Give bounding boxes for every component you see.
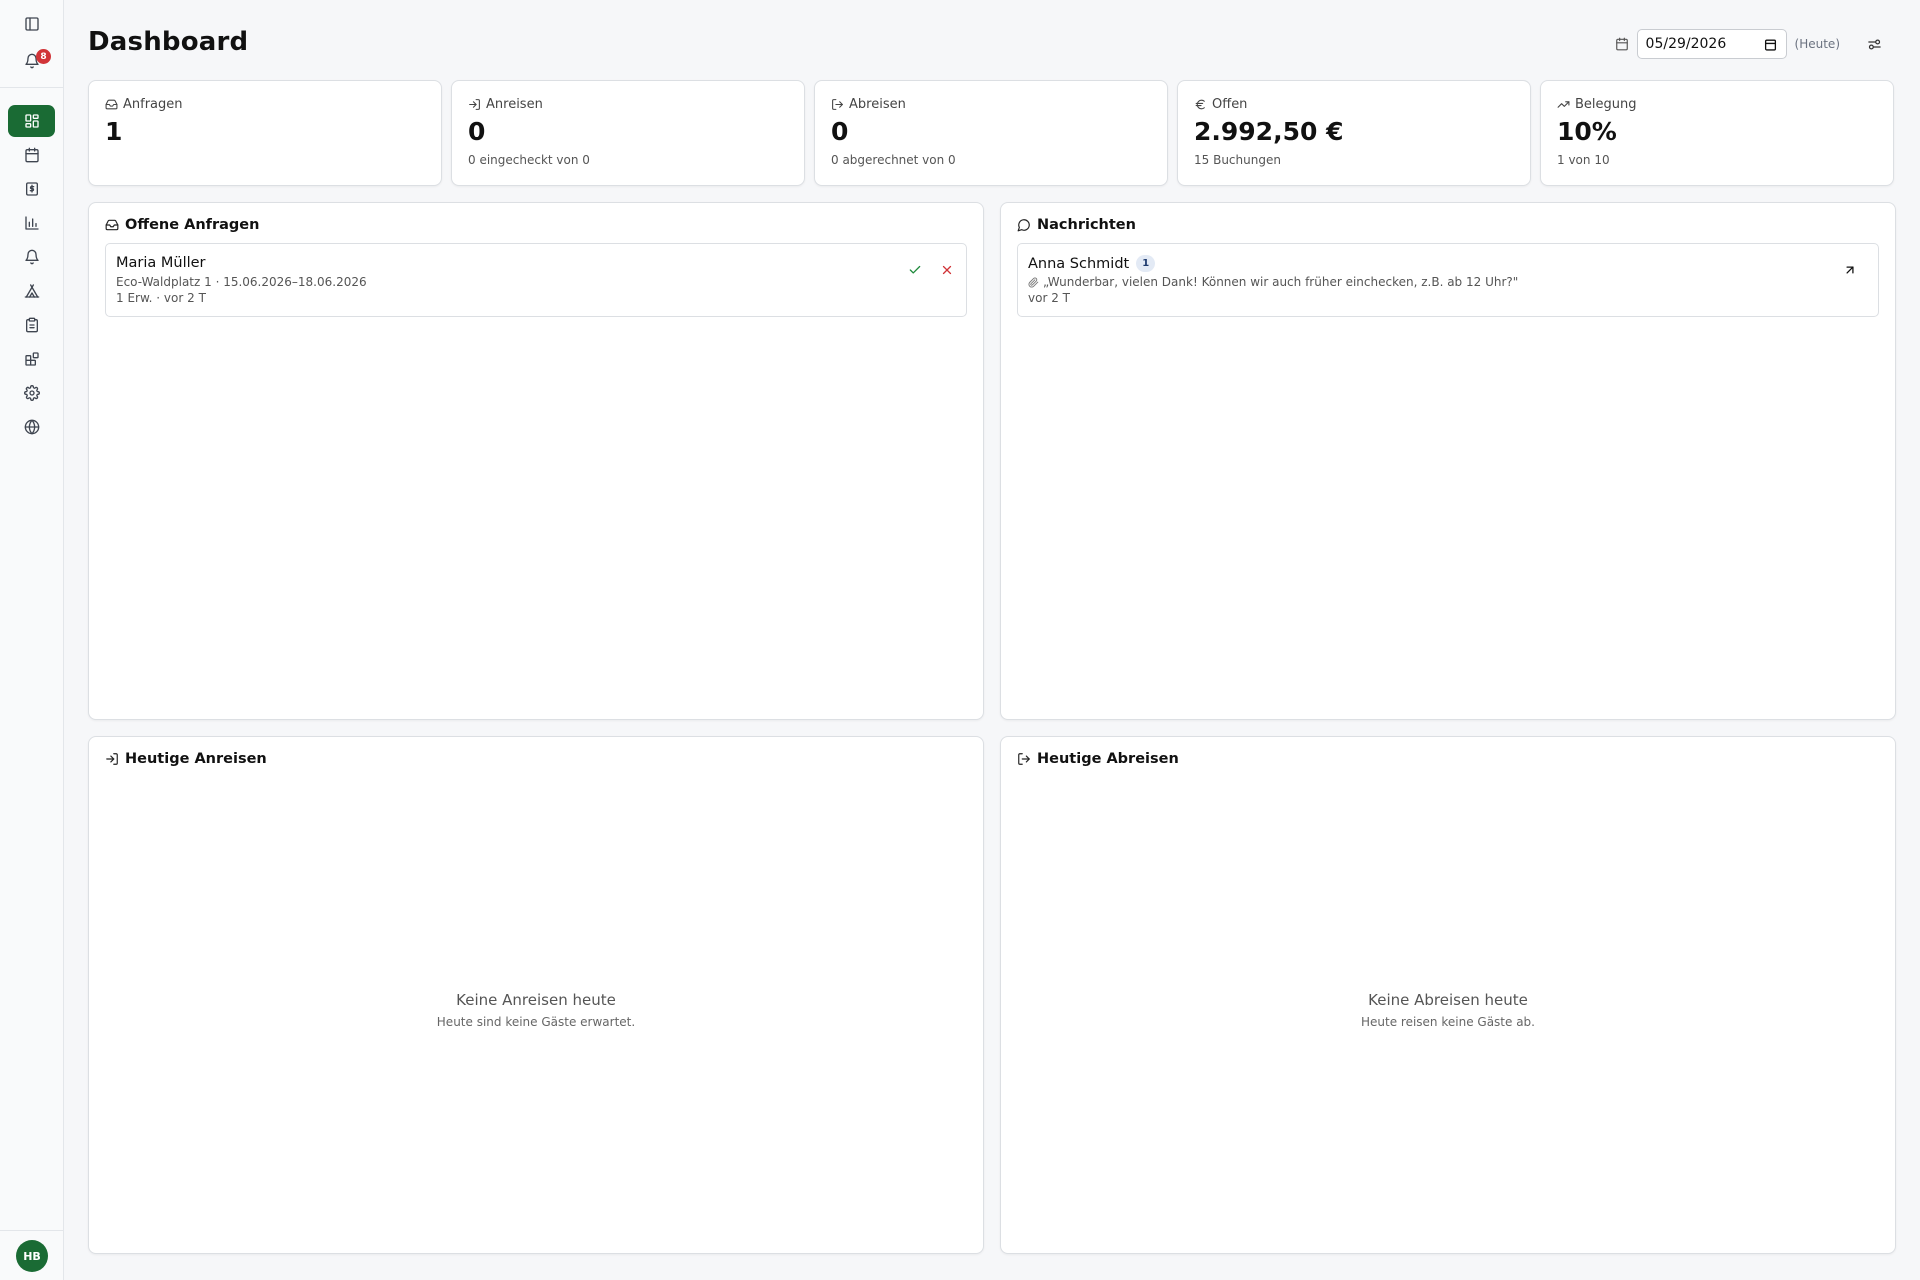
sliders-icon [1867,39,1881,49]
stat-value: 10% [1557,117,1617,146]
open-requests-panel: Offene Anfragen Maria Müller Eco-Waldpla… [88,202,984,720]
dollar-document-icon [25,182,38,196]
sidebar: 8 HB [0,0,64,1280]
todays-arrivals-panel: Heutige Anreisen Keine Anreisen heute He… [88,736,984,1254]
stat-subtext: 0 eingecheckt von 0 [468,153,590,167]
gear-icon [23,385,40,401]
panel-title: Nachrichten [1037,217,1136,233]
stat-value: 1 [105,117,123,146]
sender-name: Anna Schmidt [1028,255,1130,272]
stat-card-open-balance[interactable]: Offen 2.992,50 € 15 Buchungen [1177,80,1531,186]
request-detail: Eco-Waldplatz 1 · 15.06.2026–18.06.2026 [116,275,367,289]
stat-card-occupancy[interactable]: Belegung 10% 1 von 10 [1540,80,1894,186]
empty-state-title: Keine Abreisen heute [1368,991,1528,1009]
tent-icon [24,284,39,298]
bell-icon [24,249,39,265]
unread-count-badge: 1 [1136,255,1156,272]
stat-card-departures[interactable]: Abreisen 0 0 abgerechnet von 0 [814,80,1168,186]
sidebar-item-dashboard[interactable] [8,105,55,137]
clipboard-icon [25,317,38,333]
messages-panel: Nachrichten Anna Schmidt 1 „Wunderbar, v… [1000,202,1896,720]
panel-title: Heutige Anreisen [125,751,267,767]
panel-left-icon [24,17,39,31]
grid-icon [24,114,39,128]
log-out-icon [1018,753,1030,765]
stat-value: 0 [468,117,486,146]
sidebar-divider [0,87,64,88]
stat-label: Anreisen [486,97,543,112]
sidebar-item-settings[interactable] [8,377,55,409]
sidebar-item-integrations[interactable] [8,343,55,375]
stat-subtext: 0 abgerechnet von 0 [831,153,956,167]
todays-departures-panel: Heutige Abreisen Keine Abreisen heute He… [1000,736,1896,1254]
stat-subtext: 1 von 10 [1557,153,1610,167]
stat-label: Offen [1212,97,1248,112]
stat-card-requests[interactable]: Anfragen 1 [88,80,442,186]
empty-state-subtitle: Heute sind keine Gäste erwartet. [436,1015,636,1029]
stat-value: 2.992,50 € [1194,117,1344,146]
date-picker-input[interactable]: 05/29/2026 [1636,29,1787,59]
date-value: 05/29/2026 [1645,36,1727,52]
sidebar-item-website[interactable] [8,411,55,443]
sidebar-divider [0,1230,64,1231]
message-preview: „Wunderbar, vielen Dank! Können wir auch… [1043,275,1519,289]
empty-state-title: Keine Anreisen heute [456,991,616,1009]
sidebar-item-campsite[interactable] [8,275,55,307]
sidebar-item-notifications[interactable] [8,241,55,273]
notification-count-badge: 8 [36,49,51,64]
arrow-up-right-icon [1846,266,1854,274]
notifications-button[interactable]: 8 [8,45,55,77]
message-circle-icon [1017,219,1030,232]
log-in-icon [106,753,118,765]
empty-state: Keine Anreisen heute Heute sind keine Gä… [89,991,983,1029]
close-icon [942,265,952,275]
paperclip-icon [1028,277,1039,288]
inbox-icon [105,219,119,231]
empty-state: Keine Abreisen heute Heute reisen keine … [1001,991,1895,1029]
customize-button[interactable] [1860,30,1888,58]
check-icon [909,265,921,274]
stat-subtext: 15 Buchungen [1194,153,1281,167]
sidebar-item-tasks[interactable] [8,309,55,341]
calendar-icon [24,147,39,163]
stat-card-arrivals[interactable]: Anreisen 0 0 eingecheckt von 0 [451,80,805,186]
user-avatar[interactable]: HB [16,1240,48,1272]
request-meta: 1 Erw. · vor 2 T [116,291,206,305]
accept-request-button[interactable] [903,258,927,282]
panel-title: Offene Anfragen [125,217,260,233]
sidebar-item-calendar[interactable] [8,139,55,171]
today-label: (Heute) [1794,37,1840,51]
message-item[interactable]: Anna Schmidt 1 „Wunderbar, vielen Dank! … [1017,243,1879,317]
stat-label: Anfragen [123,97,183,112]
sidebar-item-billing[interactable] [8,173,55,205]
open-message-button[interactable] [1838,258,1862,282]
euro-icon [1195,99,1205,110]
calendar-picker-icon[interactable] [1764,38,1777,51]
globe-icon [24,419,39,435]
log-in-icon [469,99,480,110]
panel-title: Heutige Abreisen [1037,751,1179,767]
sidebar-item-statistics[interactable] [8,207,55,239]
decline-request-button[interactable] [935,258,959,282]
log-out-icon [832,99,843,110]
message-time: vor 2 T [1028,291,1070,305]
stat-label: Abreisen [849,97,906,112]
empty-state-subtitle: Heute reisen keine Gäste ab. [1361,1015,1535,1029]
guest-name: Maria Müller [116,255,206,271]
page-title: Dashboard [88,27,249,57]
stat-label: Belegung [1575,97,1637,112]
toggle-sidebar-button[interactable] [8,8,55,40]
date-controls: 05/29/2026 (Heute) [1615,29,1888,59]
bar-chart-icon [24,216,39,230]
calendar-icon [1615,37,1629,51]
stat-value: 0 [831,117,849,146]
trending-up-icon [1557,101,1570,108]
request-item[interactable]: Maria Müller Eco-Waldplatz 1 · 15.06.202… [105,243,967,317]
blocks-icon [24,352,39,366]
inbox-icon [105,99,118,110]
